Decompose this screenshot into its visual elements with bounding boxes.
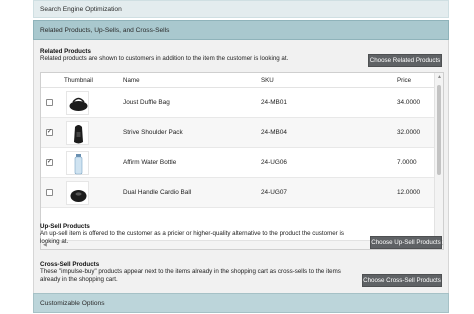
column-name: Name: [123, 77, 140, 84]
grid-header: Thumbnail Name SKU Price: [41, 73, 435, 88]
table-row[interactable]: ✓ Affirm Water Bottle 24-UG06 7.0000: [41, 148, 435, 178]
row-select-checkbox[interactable]: [46, 189, 53, 196]
related-products-description: Related products are shown to customers …: [40, 55, 289, 62]
section-customizable-options-header[interactable]: Customizable Options: [33, 293, 449, 313]
product-name: Affirm Water Bottle: [123, 159, 177, 166]
table-row[interactable]: ✓ Strive Shoulder Pack 24-MB04 32.0000: [41, 118, 435, 148]
section-customizable-options-label: Customizable Options: [40, 299, 105, 307]
vertical-scroll-thumb[interactable]: [437, 85, 441, 175]
column-thumbnail: Thumbnail: [64, 77, 93, 84]
backpack-thumbnail: [66, 121, 89, 145]
row-select-checkbox[interactable]: ✓: [46, 159, 53, 166]
product-sku: 24-MB01: [261, 99, 287, 106]
product-price: 34.0000: [397, 99, 421, 106]
related-products-panel: Related Products Related products are sh…: [33, 40, 449, 293]
product-price: 32.0000: [397, 129, 421, 136]
section-related-label: Related Products, Up-Sells, and Cross-Se…: [40, 26, 170, 34]
cardio-ball-thumbnail: [66, 181, 89, 205]
grid-vertical-scrollbar[interactable]: ▲: [434, 73, 443, 241]
section-seo-label: Search Engine Optimization: [40, 5, 122, 13]
upsell-products-description: An up-sell item is offered to the custom…: [40, 230, 344, 246]
choose-crosssell-products-button[interactable]: Choose Cross-Sell Products: [362, 274, 442, 287]
water-bottle-thumbnail: [66, 151, 89, 175]
crosssell-products-description: These "impulse-buy" products appear next…: [40, 268, 341, 284]
product-sku: 24-MB04: [261, 129, 287, 136]
section-seo-header[interactable]: Search Engine Optimization: [33, 0, 449, 18]
product-price: 12.0000: [397, 189, 421, 196]
table-row[interactable]: Joust Duffle Bag 24-MB01 34.0000: [41, 88, 435, 118]
row-select-checkbox[interactable]: [46, 99, 53, 106]
choose-upsell-products-button[interactable]: Choose Up-Sell Products: [370, 236, 442, 249]
section-related-header[interactable]: Related Products, Up-Sells, and Cross-Se…: [33, 20, 449, 40]
related-products-title: Related Products: [40, 48, 91, 55]
column-price: Price: [397, 77, 412, 84]
row-select-checkbox[interactable]: ✓: [46, 129, 53, 136]
crosssell-products-title: Cross-Sell Products: [40, 261, 100, 268]
duffle-bag-thumbnail: [66, 91, 89, 115]
choose-related-products-button[interactable]: Choose Related Products: [368, 54, 442, 67]
product-name: Strive Shoulder Pack: [123, 129, 183, 136]
table-row[interactable]: Dual Handle Cardio Ball 24-UG07 12.0000: [41, 178, 435, 208]
related-products-grid: Thumbnail Name SKU Price Joust Duffle Ba…: [40, 72, 444, 250]
product-price: 7.0000: [397, 159, 417, 166]
column-sku: SKU: [261, 77, 274, 84]
product-sku: 24-UG07: [261, 189, 287, 196]
product-name: Joust Duffle Bag: [123, 99, 170, 106]
scroll-up-icon[interactable]: ▲: [437, 74, 442, 80]
upsell-products-title: Up-Sell Products: [40, 223, 90, 230]
product-sku: 24-UG06: [261, 159, 287, 166]
product-name: Dual Handle Cardio Ball: [123, 189, 192, 196]
